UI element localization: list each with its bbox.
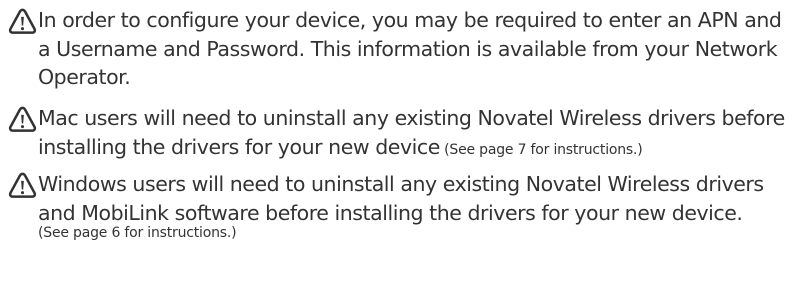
- notice-text: Mac users will need to uninstall any exi…: [8, 104, 793, 164]
- warning-icon: [8, 172, 37, 198]
- notice-line: In order to configure your device, you m…: [38, 8, 782, 32]
- page-reference-note: (See page 7 for instructions.): [439, 141, 643, 158]
- warning-icon: [8, 8, 37, 34]
- notice-text: Windows users will need to uninstall any…: [8, 170, 793, 241]
- notice-windows: Windows users will need to uninstall any…: [8, 170, 793, 241]
- notice-text: In order to configure your device, you m…: [8, 6, 793, 92]
- page-reference-note: (See page 6 for instructions.): [38, 225, 237, 241]
- notice-line: and MobiLink software before installing …: [38, 200, 743, 225]
- notice-line: Mac users will need to uninstall any exi…: [38, 106, 785, 130]
- notice-apn: In order to configure your device, you m…: [8, 6, 793, 92]
- notice-line: Windows users will need to uninstall any…: [38, 172, 764, 196]
- notice-line: installing the drivers for your new devi…: [38, 133, 793, 165]
- warning-icon: [8, 106, 37, 132]
- notice-line-text: installing the drivers for your new devi…: [38, 134, 440, 159]
- notice-line: a Username and Password. This informatio…: [38, 36, 778, 61]
- notice-line: Operator.: [38, 65, 131, 89]
- notice-mac: Mac users will need to uninstall any exi…: [8, 104, 793, 164]
